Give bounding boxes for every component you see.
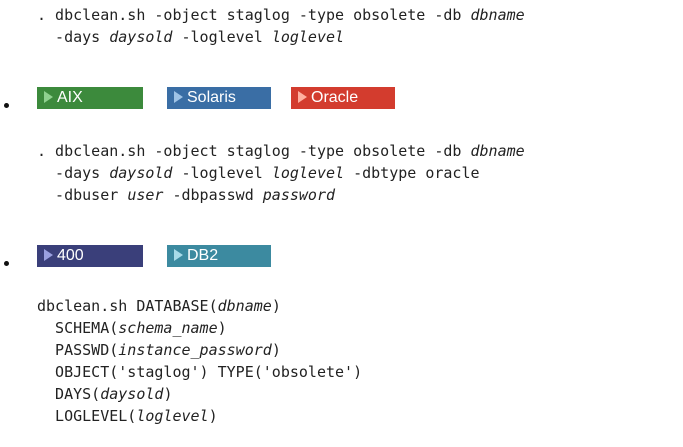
variable-schema-name: schema_name — [118, 319, 218, 337]
code-text: -dbpasswd — [163, 186, 263, 204]
variable-daysold: daysold — [109, 164, 173, 182]
code-text: -loglevel — [172, 28, 272, 46]
code-text: ) — [208, 407, 218, 425]
platform-badge-db2[interactable]: DB2 — [167, 245, 271, 267]
platform-badge-solaris[interactable]: Solaris — [167, 87, 271, 109]
code-text: ) — [217, 319, 227, 337]
arrow-right-icon — [174, 91, 183, 103]
arrow-right-icon — [44, 91, 53, 103]
variable-loglevel: loglevel — [136, 407, 209, 425]
variable-dbname: dbname — [470, 6, 525, 24]
code-text: -dbuser — [37, 186, 128, 204]
code-text: PASSWD( — [37, 341, 119, 359]
badge-label: Solaris — [187, 89, 236, 106]
arrow-right-icon — [44, 249, 53, 261]
code-text: OBJECT('staglog') TYPE('obsolete') — [37, 363, 363, 381]
code-text: ) — [271, 297, 281, 315]
badge-label: Oracle — [311, 89, 359, 106]
code-text: ) — [271, 341, 281, 359]
code-text: -loglevel — [172, 164, 272, 182]
variable-daysold: daysold — [109, 28, 173, 46]
code-text: -days — [37, 28, 110, 46]
code-text: -dbtype oracle — [344, 164, 480, 182]
code-text: DAYS( — [37, 385, 101, 403]
variable-user: user — [127, 186, 164, 204]
variable-loglevel: loglevel — [271, 28, 345, 46]
code-text: -days — [37, 164, 110, 182]
badge-label: AIX — [57, 89, 83, 106]
command-block-unix: . dbclean.sh -object staglog -type obsol… — [37, 4, 525, 48]
platform-badge-oracle[interactable]: Oracle — [291, 87, 395, 109]
badge-label: DB2 — [187, 247, 219, 264]
arrow-right-icon — [174, 249, 183, 261]
command-block-oracle: . dbclean.sh -object staglog -type obsol… — [37, 140, 525, 206]
platform-badge-400[interactable]: 400 — [37, 245, 143, 267]
code-text: SCHEMA( — [37, 319, 119, 337]
code-text: ) — [163, 385, 173, 403]
variable-instance-password: instance_password — [118, 341, 272, 359]
platform-badge-aix[interactable]: AIX — [37, 87, 143, 109]
code-text: LOGLEVEL( — [37, 407, 137, 425]
variable-loglevel: loglevel — [271, 164, 345, 182]
badge-label: 400 — [57, 247, 84, 264]
code-text: dbclean.sh DATABASE( — [37, 297, 218, 315]
command-block-db2-400: dbclean.sh DATABASE(dbname) SCHEMA(schem… — [37, 295, 362, 427]
arrow-right-icon — [298, 91, 307, 103]
code-text: . dbclean.sh -object staglog -type obsol… — [37, 6, 471, 24]
variable-dbname: dbname — [470, 142, 525, 160]
variable-password: password — [262, 186, 336, 204]
variable-dbname: dbname — [217, 297, 272, 315]
variable-daysold: daysold — [100, 385, 164, 403]
code-text: . dbclean.sh -object staglog -type obsol… — [37, 142, 471, 160]
list-bullet — [4, 103, 9, 108]
list-bullet — [4, 261, 9, 266]
